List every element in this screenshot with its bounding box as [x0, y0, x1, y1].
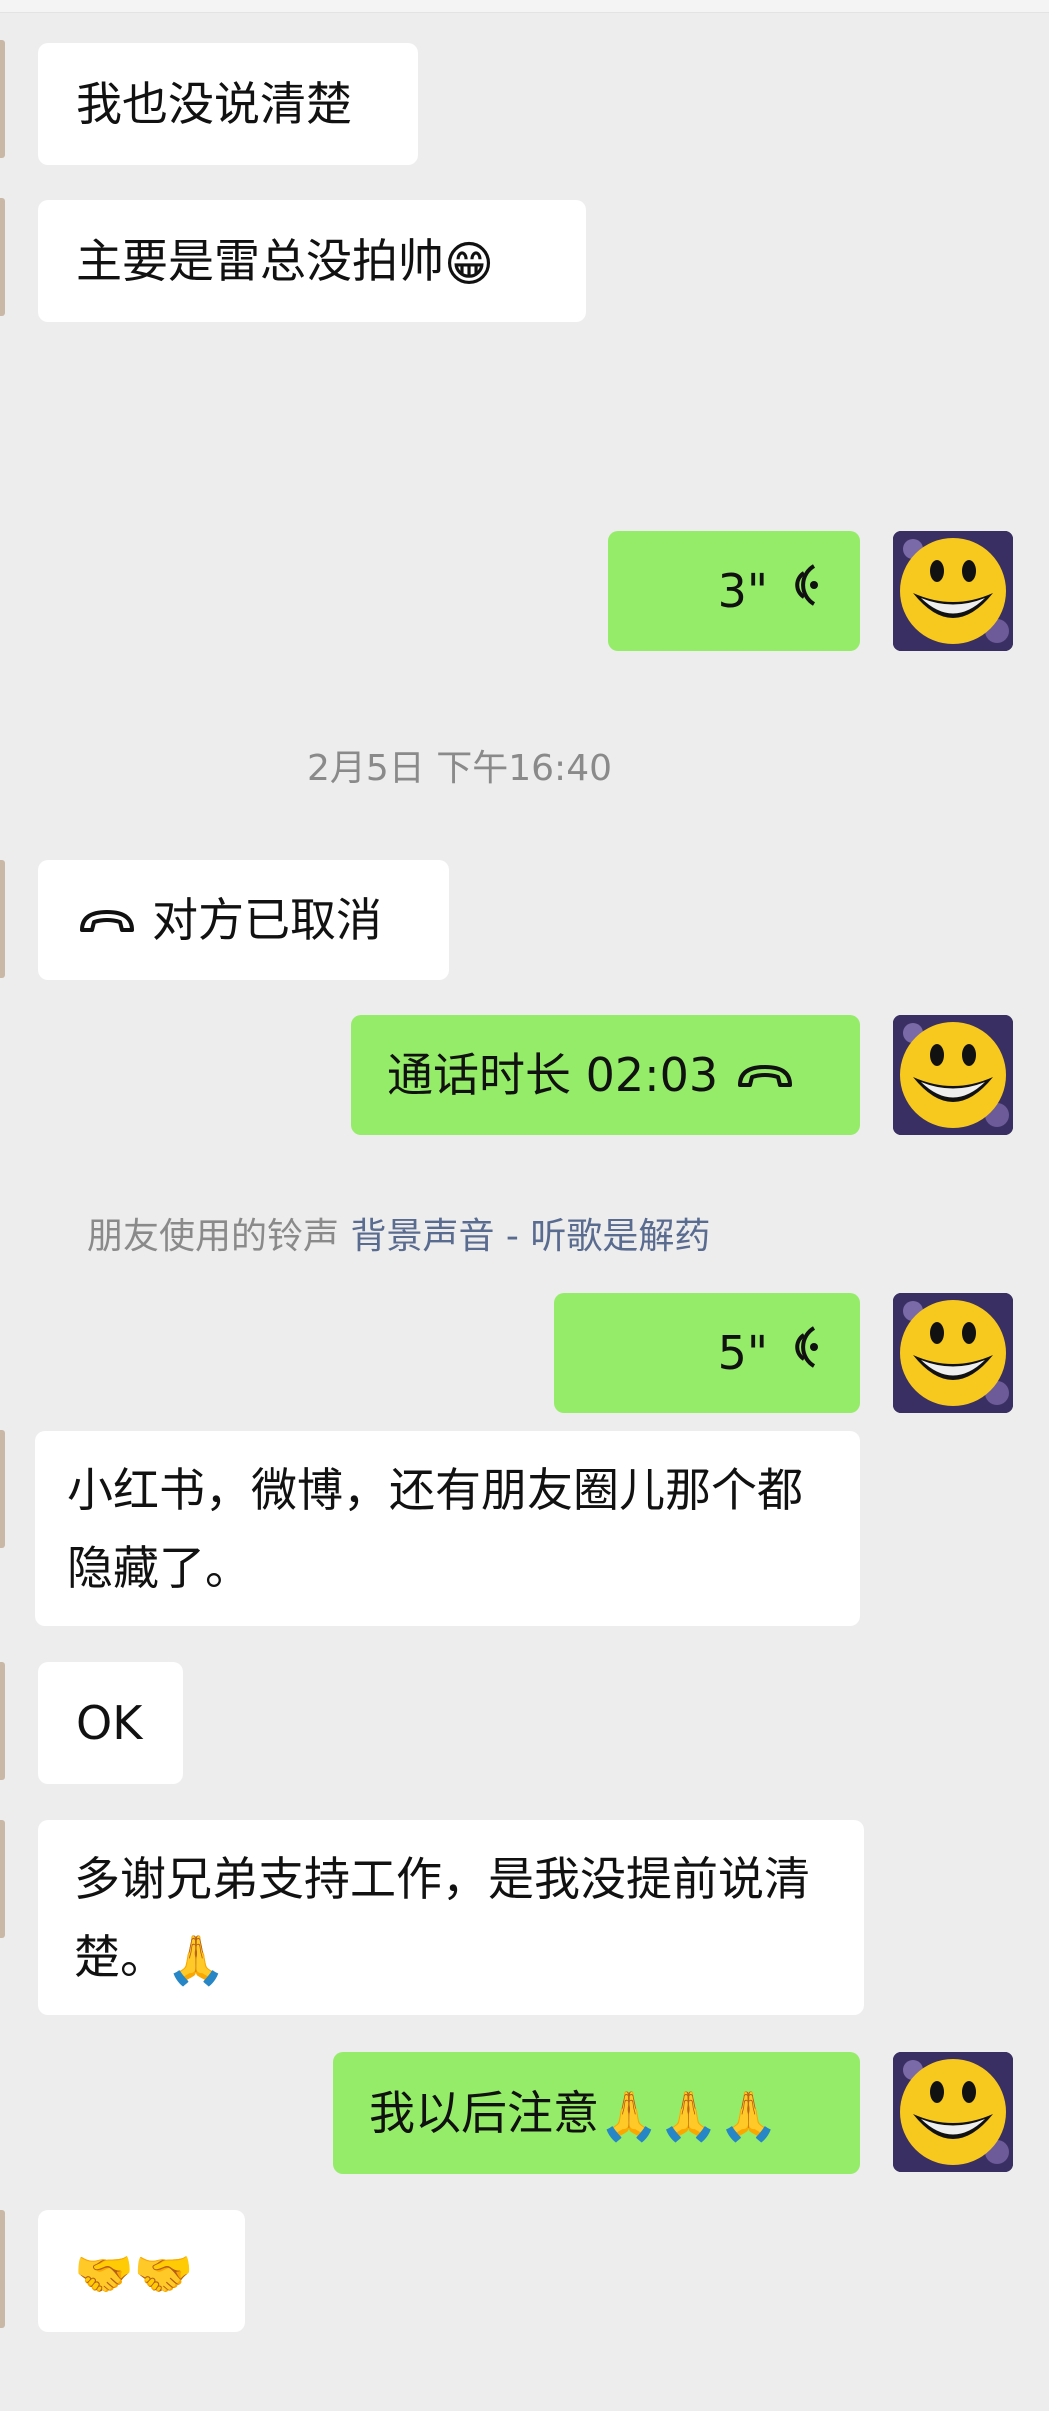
contact-avatar-edge[interactable]	[0, 2210, 5, 2328]
my-avatar[interactable]	[893, 1293, 1013, 1413]
voice-wave-icon	[786, 1315, 822, 1391]
message-text: 小红书，微博，还有朋友圈儿那个都隐藏了。	[67, 1463, 803, 1595]
call-duration-message[interactable]: 通话时长 02:03	[351, 1015, 860, 1135]
handshake-emoji: 🤝🤝	[74, 2246, 194, 2303]
incoming-message[interactable]: 小红书，微博，还有朋友圈儿那个都隐藏了。	[35, 1431, 860, 1626]
incoming-message[interactable]: 主要是雷总没拍帅😁	[38, 200, 586, 322]
contact-avatar-edge[interactable]	[0, 1662, 5, 1780]
smiley-face-icon	[893, 531, 1013, 651]
voice-duration: 5"	[717, 1326, 768, 1380]
incoming-message[interactable]: OK	[38, 1662, 183, 1784]
contact-avatar-edge[interactable]	[0, 1820, 5, 1938]
message-text: OK	[76, 1696, 143, 1750]
pray-emoji: 🙏	[166, 1932, 226, 1989]
my-avatar[interactable]	[893, 2052, 1013, 2172]
grin-emoji: 😁	[444, 236, 495, 293]
ringtone-info: 朋友使用的铃声 背景声音 - 听歌是解药	[87, 1207, 710, 1259]
contact-avatar-edge[interactable]	[0, 1430, 5, 1548]
timestamp: 2月5日 下午16:40	[307, 748, 612, 789]
call-cancelled-message[interactable]: 对方已取消	[38, 860, 449, 980]
ringtone-link[interactable]: 背景声音 - 听歌是解药	[350, 1216, 710, 1257]
ringtone-prefix: 朋友使用的铃声	[87, 1216, 340, 1257]
contact-avatar-edge[interactable]	[0, 198, 5, 316]
contact-avatar-edge[interactable]	[0, 860, 5, 978]
voice-duration: 3"	[717, 564, 768, 618]
pray-emoji: 🙏🙏🙏	[599, 2088, 779, 2145]
smiley-face-icon	[893, 1293, 1013, 1413]
outgoing-message[interactable]: 我以后注意🙏🙏🙏	[333, 2052, 860, 2174]
my-avatar[interactable]	[893, 531, 1013, 651]
my-avatar[interactable]	[893, 1015, 1013, 1135]
phone-hangup-icon	[78, 882, 136, 958]
smiley-face-icon	[893, 2052, 1013, 2172]
voice-message[interactable]: 5"	[554, 1293, 860, 1413]
smiley-face-icon	[893, 1015, 1013, 1135]
incoming-message[interactable]: 我也没说清楚	[38, 43, 418, 165]
call-duration-text: 通话时长 02:03	[387, 1048, 719, 1102]
voice-wave-icon	[786, 553, 822, 629]
contact-avatar-edge[interactable]	[0, 40, 5, 158]
message-text: 我以后注意	[369, 2086, 599, 2140]
incoming-message[interactable]: 🤝🤝	[38, 2210, 245, 2332]
voice-message[interactable]: 3"	[608, 531, 860, 651]
incoming-message[interactable]: 多谢兄弟支持工作，是我没提前说清楚。🙏	[38, 1820, 864, 2015]
message-text: 我也没说清楚	[76, 77, 352, 131]
call-status-text: 对方已取消	[152, 893, 382, 947]
message-text: 主要是雷总没拍帅	[76, 234, 444, 288]
phone-hangup-icon	[736, 1037, 794, 1113]
top-divider	[0, 0, 1049, 13]
